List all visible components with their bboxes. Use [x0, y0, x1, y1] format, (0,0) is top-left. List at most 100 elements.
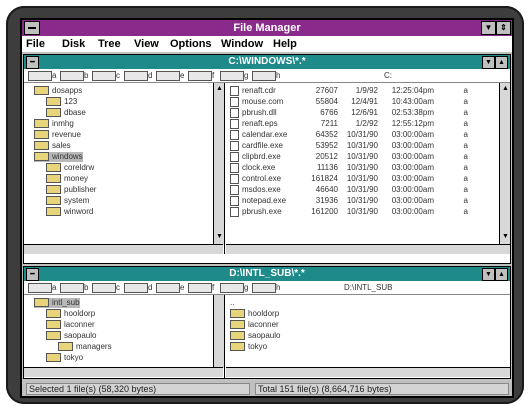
- folder-row[interactable]: saopaulo: [230, 331, 280, 341]
- folder-name: tokyo: [248, 342, 268, 351]
- tree-horizontal-scrollbar[interactable]: [24, 367, 223, 377]
- tree-item[interactable]: hooldorp: [46, 309, 95, 319]
- file-row[interactable]: mouse.com 55804 12/4/91 10:43:00am a: [230, 97, 468, 107]
- pane-minimize-button[interactable]: ▼: [482, 56, 495, 69]
- file-time: 03:00:00am: [391, 130, 434, 140]
- drive-icon-h[interactable]: [252, 283, 276, 293]
- tree-item-label: revenue: [52, 130, 81, 139]
- drive-icon-g[interactable]: [220, 283, 244, 293]
- tree-vertical-scrollbar[interactable]: ▲ ▼: [213, 83, 224, 245]
- pane-title-text: C:\WINDOWS\*.*: [228, 56, 306, 67]
- tree-item-label: sales: [52, 141, 71, 150]
- folder-row[interactable]: tokyo: [230, 342, 267, 352]
- tree-item[interactable]: money: [46, 174, 88, 184]
- file-row[interactable]: renaft.eps 7211 1/2/92 12:55:12pm a: [230, 119, 468, 129]
- menu-tree[interactable]: Tree: [98, 36, 121, 52]
- tree-item-label: intl_sub: [52, 298, 80, 307]
- tree-item[interactable]: publisher: [46, 185, 96, 195]
- file-row[interactable]: pbrush.exe 161200 10/31/90 03:00:00am a: [230, 207, 468, 217]
- tree-item[interactable]: tokyo: [46, 353, 83, 363]
- tree-item-selected[interactable]: windows: [34, 152, 83, 162]
- tree-item[interactable]: revenue: [34, 130, 81, 140]
- pane-control-menu-box[interactable]: ━: [26, 56, 39, 69]
- folder-row[interactable]: hooldorp: [230, 309, 279, 319]
- pane-maximize-button[interactable]: ▲: [495, 268, 508, 281]
- file-row[interactable]: notepad.exe 31936 10/31/90 03:00:00am a: [230, 196, 468, 206]
- tree-item-label: money: [64, 174, 89, 183]
- menu-disk[interactable]: Disk: [62, 36, 85, 52]
- tree-item-selected[interactable]: intl_sub: [34, 298, 80, 308]
- drive-icon-c[interactable]: [92, 71, 116, 81]
- file-row[interactable]: clock.exe 11136 10/31/90 03:00:00am a: [230, 163, 468, 173]
- file-time: 12:55:12pm: [391, 119, 434, 129]
- drive-icon-e[interactable]: [156, 71, 180, 81]
- file-row[interactable]: clipbrd.exe 20512 10/31/90 03:00:00am a: [230, 152, 468, 162]
- drive-icon-g[interactable]: [220, 71, 244, 81]
- folder-icon: [34, 119, 49, 129]
- file-row[interactable]: renaft.cdr 27607 1/9/92 12:25:04pm a: [230, 86, 468, 96]
- control-menu-box[interactable]: [24, 21, 40, 35]
- tree-item[interactable]: dosapps: [34, 86, 82, 96]
- minimize-button[interactable]: ▼: [481, 21, 496, 35]
- file-row[interactable]: msdos.exe 46640 10/31/90 03:00:00am a: [230, 185, 468, 195]
- files-horizontal-scrollbar[interactable]: [226, 367, 510, 377]
- drive-icon-a[interactable]: [28, 283, 52, 293]
- tree-item-label: managers: [76, 342, 112, 351]
- tree-item[interactable]: coreldrw: [46, 163, 94, 173]
- tree-item[interactable]: winword: [46, 207, 93, 217]
- menu-help[interactable]: Help: [273, 36, 297, 52]
- tree-item[interactable]: sales: [34, 141, 71, 151]
- menu-options[interactable]: Options: [170, 36, 212, 52]
- files-horizontal-scrollbar[interactable]: [226, 244, 510, 254]
- maximize-button[interactable]: ⇕: [496, 21, 511, 35]
- parent-directory-label: ..: [230, 298, 235, 307]
- menu-file[interactable]: File: [26, 36, 45, 52]
- drive-icon-d[interactable]: [124, 71, 148, 81]
- tree-item[interactable]: system: [46, 196, 89, 206]
- pane-maximize-button[interactable]: ▲: [495, 56, 508, 69]
- file-icon: [230, 196, 239, 206]
- scroll-down-arrow-icon[interactable]: ▼: [216, 233, 223, 240]
- folder-row[interactable]: laconner: [230, 320, 279, 330]
- tree-item[interactable]: managers: [58, 342, 112, 352]
- drive-icon-h[interactable]: [252, 71, 276, 81]
- drive-icon-d[interactable]: [124, 283, 148, 293]
- file-icon: [230, 152, 239, 162]
- tree-item[interactable]: inmhg: [34, 119, 74, 129]
- drive-icon-f[interactable]: [188, 71, 212, 81]
- folder-open-icon: [34, 86, 49, 96]
- file-row[interactable]: pbrush.dll 6766 12/6/91 02:53:38pm a: [230, 108, 468, 118]
- file-time: 10:43:00am: [391, 97, 434, 107]
- directory-window-title: ━ C:\WINDOWS\*.* ▼ ▲: [24, 55, 510, 69]
- drive-icon-b[interactable]: [60, 71, 84, 81]
- tree-item[interactable]: saopaulo: [46, 331, 96, 341]
- menu-view[interactable]: View: [134, 36, 159, 52]
- scroll-up-arrow-icon[interactable]: ▲: [502, 85, 509, 92]
- scroll-down-arrow-icon[interactable]: ▼: [502, 233, 509, 240]
- menu-window[interactable]: Window: [221, 36, 263, 52]
- drive-icon-c[interactable]: [92, 283, 116, 293]
- file-size: 31936: [315, 196, 338, 206]
- scroll-up-arrow-icon[interactable]: ▲: [216, 85, 223, 92]
- tree-horizontal-scrollbar[interactable]: [24, 244, 223, 254]
- files-vertical-scrollbar[interactable]: ▲ ▼: [499, 83, 510, 245]
- file-row[interactable]: cardfile.exe 53952 10/31/90 03:00:00am a: [230, 141, 468, 151]
- tree-item-label: inmhg: [52, 119, 74, 128]
- file-attr: a: [463, 185, 468, 195]
- drive-icon-f[interactable]: [188, 283, 212, 293]
- tree-vertical-scrollbar[interactable]: [213, 295, 224, 368]
- file-manager-window: File Manager ▼ ⇕ File Disk Tree View Opt…: [20, 18, 514, 398]
- pane-control-menu-box[interactable]: ━: [26, 268, 39, 281]
- pane-minimize-button[interactable]: ▼: [482, 268, 495, 281]
- tree-item-label: laconner: [64, 320, 95, 329]
- file-icon: [230, 119, 239, 129]
- drive-icon-e[interactable]: [156, 283, 180, 293]
- parent-directory-row[interactable]: ..: [230, 298, 234, 308]
- drive-icon-b[interactable]: [60, 283, 84, 293]
- drive-icon-a[interactable]: [28, 71, 52, 81]
- tree-item[interactable]: dbase: [46, 108, 86, 118]
- tree-item[interactable]: 123: [46, 97, 77, 107]
- file-row[interactable]: control.exe 161824 10/31/90 03:00:00am a: [230, 174, 468, 184]
- tree-item[interactable]: laconner: [46, 320, 95, 330]
- file-row[interactable]: calendar.exe 64352 10/31/90 03:00:00am a: [230, 130, 468, 140]
